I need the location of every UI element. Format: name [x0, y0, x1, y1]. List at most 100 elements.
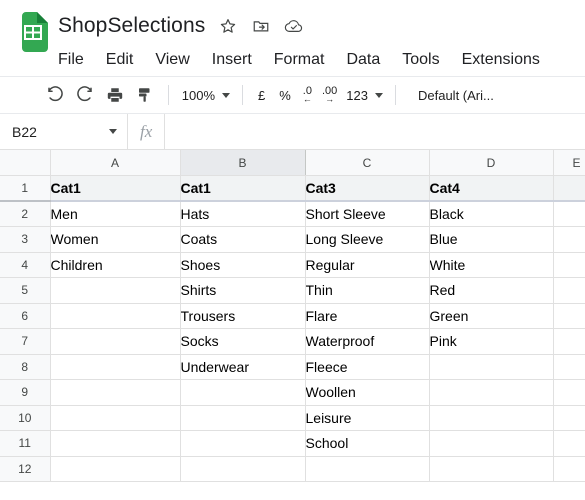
cell-a6[interactable] — [50, 303, 181, 329]
row-header-7[interactable]: 7 — [0, 328, 51, 355]
row-header-3[interactable]: 3 — [0, 226, 51, 253]
cell-a3[interactable]: Women — [50, 226, 181, 253]
cell-b7[interactable]: Socks — [180, 328, 306, 355]
spreadsheet-grid[interactable]: A B C D E 1 Cat1 Cat1 Cat3 Cat4 2 Men Ha… — [0, 150, 585, 500]
cell-b8[interactable]: Underwear — [180, 354, 306, 380]
cell-b3[interactable]: Coats — [180, 226, 306, 253]
cell-c6[interactable]: Flare — [305, 303, 430, 329]
cell-e9[interactable] — [553, 379, 585, 406]
column-header-a[interactable]: A — [50, 150, 181, 176]
cell-c4[interactable]: Regular — [305, 252, 430, 278]
currency-format-button[interactable]: £ — [251, 81, 272, 109]
cell-a4[interactable]: Children — [50, 252, 181, 278]
formula-input[interactable] — [165, 114, 585, 149]
row-header-1[interactable]: 1 — [0, 175, 51, 202]
cell-d4[interactable]: White — [429, 252, 554, 278]
row-header-8[interactable]: 8 — [0, 354, 51, 380]
paint-format-icon[interactable] — [130, 81, 160, 109]
cell-a9[interactable] — [50, 379, 181, 406]
page-title[interactable]: ShopSelections — [58, 14, 205, 38]
cell-e8[interactable] — [553, 354, 585, 380]
cell-d11[interactable] — [429, 430, 554, 457]
cell-c1[interactable]: Cat3 — [305, 175, 430, 202]
menu-item-view[interactable]: View — [155, 51, 189, 69]
cell-a10[interactable] — [50, 405, 181, 431]
cell-c9[interactable]: Woollen — [305, 379, 430, 406]
decrease-decimal-button[interactable]: .0 ← — [298, 81, 317, 109]
cell-e6[interactable] — [553, 303, 585, 329]
column-header-c[interactable]: C — [305, 150, 430, 176]
cell-a5[interactable] — [50, 277, 181, 304]
menu-item-format[interactable]: Format — [274, 51, 325, 69]
column-header-d[interactable]: D — [429, 150, 554, 176]
cloud-saved-icon[interactable] — [284, 16, 304, 36]
percent-format-button[interactable]: % — [272, 81, 298, 109]
cell-b10[interactable] — [180, 405, 306, 431]
undo-icon[interactable] — [40, 81, 70, 109]
cell-b5[interactable]: Shirts — [180, 277, 306, 304]
cell-c5[interactable]: Thin — [305, 277, 430, 304]
row-header-10[interactable]: 10 — [0, 405, 51, 431]
cell-b9[interactable] — [180, 379, 306, 406]
row-header-9[interactable]: 9 — [0, 379, 51, 406]
cell-e4[interactable] — [553, 252, 585, 278]
increase-decimal-button[interactable]: .00 → — [317, 81, 342, 109]
cell-c10[interactable]: Leisure — [305, 405, 430, 431]
print-icon[interactable] — [100, 81, 130, 109]
cell-e5[interactable] — [553, 277, 585, 304]
cell-d2[interactable]: Black — [429, 201, 554, 227]
cell-e3[interactable] — [553, 226, 585, 253]
menu-item-insert[interactable]: Insert — [212, 51, 252, 69]
cell-b4[interactable]: Shoes — [180, 252, 306, 278]
name-box[interactable]: B22 — [0, 114, 128, 149]
row-header-6[interactable]: 6 — [0, 303, 51, 329]
cell-e2[interactable] — [553, 201, 585, 227]
cell-a8[interactable] — [50, 354, 181, 380]
cell-d7[interactable]: Pink — [429, 328, 554, 355]
cell-a7[interactable] — [50, 328, 181, 355]
cell-a2[interactable]: Men — [50, 201, 181, 227]
cell-c2[interactable]: Short Sleeve — [305, 201, 430, 227]
menu-item-edit[interactable]: Edit — [106, 51, 134, 69]
cell-b2[interactable]: Hats — [180, 201, 306, 227]
cell-c12[interactable] — [305, 456, 430, 482]
redo-icon[interactable] — [70, 81, 100, 109]
cell-e11[interactable] — [553, 430, 585, 457]
select-all-corner[interactable] — [0, 150, 51, 176]
cell-c8[interactable]: Fleece — [305, 354, 430, 380]
cell-d12[interactable] — [429, 456, 554, 482]
row-header-2[interactable]: 2 — [0, 200, 51, 227]
cell-a12[interactable] — [50, 456, 181, 482]
number-format-selector[interactable]: 123 — [342, 88, 387, 103]
cell-e12[interactable] — [553, 456, 585, 482]
cell-c7[interactable]: Waterproof — [305, 328, 430, 355]
cell-a1[interactable]: Cat1 — [50, 175, 181, 202]
cell-c11[interactable]: School — [305, 430, 430, 457]
row-header-12[interactable]: 12 — [0, 456, 51, 482]
cell-b6[interactable]: Trousers — [180, 303, 306, 329]
row-header-5[interactable]: 5 — [0, 277, 51, 304]
row-header-11[interactable]: 11 — [0, 430, 51, 457]
row-header-4[interactable]: 4 — [0, 252, 51, 278]
star-icon[interactable] — [218, 16, 238, 36]
cell-b11[interactable] — [180, 430, 306, 457]
font-family-selector[interactable]: Default (Ari... — [404, 88, 494, 103]
cell-a11[interactable] — [50, 430, 181, 457]
menu-item-data[interactable]: Data — [346, 51, 380, 69]
menu-item-extensions[interactable]: Extensions — [462, 51, 540, 69]
cell-d1[interactable]: Cat4 — [429, 175, 554, 202]
menu-item-file[interactable]: File — [58, 51, 84, 69]
zoom-selector[interactable]: 100% — [177, 88, 234, 103]
column-header-b[interactable]: B — [179, 150, 306, 176]
cell-d10[interactable] — [429, 405, 554, 431]
cell-d5[interactable]: Red — [429, 277, 554, 304]
column-header-e[interactable]: E — [553, 150, 585, 176]
cell-e10[interactable] — [553, 405, 585, 431]
menu-item-tools[interactable]: Tools — [402, 51, 439, 69]
cell-e1[interactable] — [553, 175, 585, 202]
cell-d3[interactable]: Blue — [429, 226, 554, 253]
cell-b12[interactable] — [180, 456, 306, 482]
cell-e7[interactable] — [553, 328, 585, 355]
cell-d9[interactable] — [429, 379, 554, 406]
cell-b1[interactable]: Cat1 — [180, 175, 306, 202]
